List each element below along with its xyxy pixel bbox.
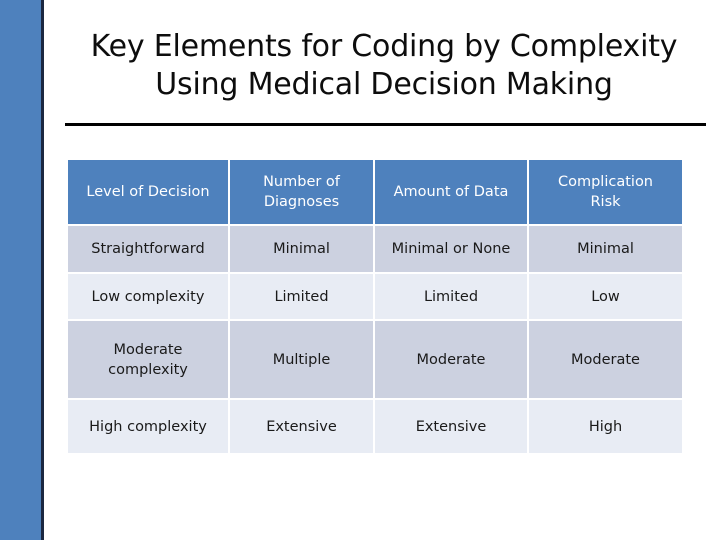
cell-level: Moderate complexity [68,321,228,398]
column-header-line: Diagnoses [263,194,340,210]
column-header-line: Level of Decision [86,184,210,200]
accent-side-bar [0,0,41,540]
column-header-line: Number of [263,174,340,190]
slide-canvas: Key Elements for Coding by Complexity Us… [0,0,720,540]
page-title: Key Elements for Coding by Complexity Us… [58,28,710,104]
column-header-line: Complication [557,174,653,190]
cell-level-line: complexity [108,361,188,378]
table-row: Low complexity Limited Limited Low [68,274,682,319]
cell-risk: High [529,400,682,453]
table-row: Moderate complexity Multiple Moderate Mo… [68,321,682,398]
cell-diagnoses: Multiple [230,321,373,398]
mdm-table-container: Level of Decision Number of Diagnoses Am… [66,158,684,455]
cell-level: Straightforward [68,226,228,272]
column-header-line: Amount of Data [393,184,509,200]
page-title-line-2: Using Medical Decision Making [155,67,613,102]
cell-level: High complexity [68,400,228,453]
table-body: Straightforward Minimal Minimal or None … [68,226,682,453]
cell-diagnoses: Limited [230,274,373,319]
accent-side-rule [41,0,44,540]
table-row: Straightforward Minimal Minimal or None … [68,226,682,272]
table-header-row: Level of Decision Number of Diagnoses Am… [68,160,682,224]
cell-data: Extensive [375,400,527,453]
column-header-complication-risk: Complication Risk [529,160,682,224]
cell-level-line: Moderate [113,341,183,358]
cell-data: Moderate [375,321,527,398]
mdm-table: Level of Decision Number of Diagnoses Am… [66,158,684,455]
title-divider [65,123,706,126]
cell-diagnoses: Extensive [230,400,373,453]
cell-risk: Moderate [529,321,682,398]
cell-risk: Low [529,274,682,319]
page-title-line-1: Key Elements for Coding by Complexity [90,29,678,64]
cell-risk: Minimal [529,226,682,272]
cell-data: Limited [375,274,527,319]
column-header-amount-of-data: Amount of Data [375,160,527,224]
column-header-number-of-diagnoses: Number of Diagnoses [230,160,373,224]
table-header: Level of Decision Number of Diagnoses Am… [68,160,682,224]
cell-diagnoses: Minimal [230,226,373,272]
column-header-level-of-decision: Level of Decision [68,160,228,224]
cell-level: Low complexity [68,274,228,319]
cell-data: Minimal or None [375,226,527,272]
table-row: High complexity Extensive Extensive High [68,400,682,453]
column-header-line: Risk [590,194,621,210]
